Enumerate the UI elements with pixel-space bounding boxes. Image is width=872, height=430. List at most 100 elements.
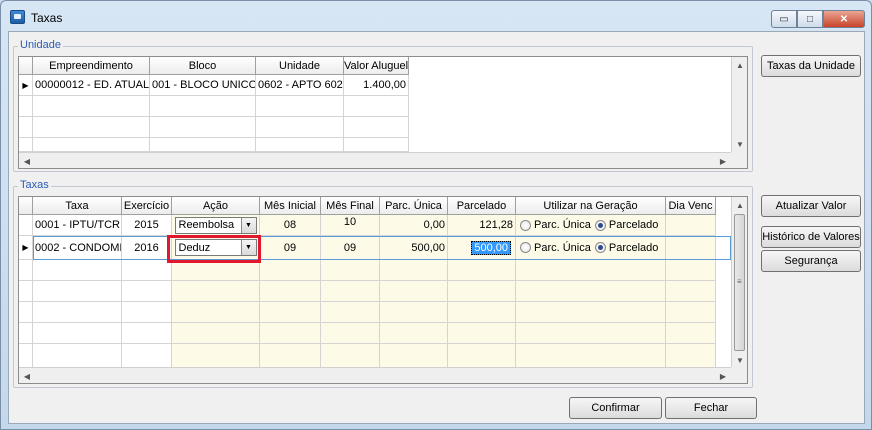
scroll-up-icon[interactable]: ▲ bbox=[732, 57, 747, 73]
taxas-da-unidade-button[interactable]: Taxas da Unidade bbox=[761, 55, 861, 77]
empty-row bbox=[19, 323, 716, 344]
cell-parc-unica[interactable]: 0,00 bbox=[380, 215, 448, 236]
empty-row bbox=[19, 344, 716, 368]
window-title: Taxas bbox=[31, 11, 63, 25]
radio-parcelado[interactable] bbox=[594, 242, 606, 253]
cell-parc-unica[interactable]: 500,00 bbox=[380, 236, 448, 260]
cell-parcelado[interactable]: 121,28 bbox=[448, 215, 516, 236]
empty-row bbox=[19, 260, 716, 281]
unidade-group: Unidade Empreendimento Bloco Unidade Val… bbox=[13, 39, 753, 172]
scroll-down-icon[interactable]: ▼ bbox=[732, 352, 747, 368]
chevron-down-icon[interactable]: ▼ bbox=[240, 217, 256, 233]
col-bloco[interactable]: Bloco bbox=[150, 57, 256, 75]
unidade-horizontal-scrollbar[interactable]: ◀ ▶ bbox=[19, 152, 731, 168]
scroll-down-icon[interactable]: ▼ bbox=[732, 136, 747, 152]
fechar-button[interactable]: Fechar bbox=[665, 397, 757, 419]
cell-taxa[interactable]: 0002 - CONDOMIN bbox=[33, 236, 122, 260]
empty-row bbox=[19, 281, 716, 302]
radio-parcelado-label: Parcelado bbox=[608, 241, 659, 254]
acao-highlight-box bbox=[167, 235, 261, 263]
row-indicator-header bbox=[19, 197, 33, 215]
unidade-grid-header: Empreendimento Bloco Unidade Valor Alugu… bbox=[19, 57, 409, 75]
col-parcelado[interactable]: Parcelado bbox=[448, 197, 516, 215]
table-row[interactable]: ▶ 0002 - CONDOMIN 2016 Deduz ▼ 09 09 500… bbox=[19, 236, 716, 260]
minimize-button[interactable]: ▭ bbox=[771, 10, 797, 28]
close-icon: ✕ bbox=[839, 13, 849, 25]
empty-row bbox=[19, 138, 409, 152]
confirmar-button[interactable]: Confirmar bbox=[569, 397, 662, 419]
empty-row bbox=[19, 302, 716, 323]
atualizar-valor-button[interactable]: Atualizar Valor bbox=[761, 195, 861, 217]
acao-select[interactable]: Reembolsa ▼ bbox=[174, 216, 257, 234]
col-dia-venc[interactable]: Dia Venc bbox=[666, 197, 716, 215]
cell-mes-inicial[interactable]: 09 bbox=[260, 236, 321, 260]
cell-mes-final[interactable]: 09 bbox=[321, 236, 380, 260]
cell-mes-inicial[interactable]: 08 bbox=[260, 215, 321, 236]
radio-parc-unica[interactable] bbox=[520, 219, 531, 231]
col-empreendimento[interactable]: Empreendimento bbox=[33, 57, 150, 75]
col-mes-final[interactable]: Mês Final bbox=[321, 197, 380, 215]
taxas-group-label: Taxas bbox=[18, 179, 51, 191]
scroll-corner bbox=[731, 367, 747, 383]
taxas-window: Taxas ▭ □ ✕ Unidade Empreendimento Bloco… bbox=[0, 0, 872, 430]
radio-parcelado-label: Parcelado bbox=[608, 219, 659, 231]
table-row[interactable]: ▶ 00000012 - ED. ATUAL 001 - BLOCO UNICO… bbox=[19, 75, 409, 96]
maximize-icon: □ bbox=[806, 13, 814, 25]
current-row-indicator-icon: ▶ bbox=[19, 75, 33, 96]
cell-exercicio[interactable]: 2016 bbox=[122, 236, 172, 260]
taxas-grid-header: Taxa Exercício Ação Mês Inicial Mês Fina… bbox=[19, 197, 716, 215]
col-unidade[interactable]: Unidade bbox=[256, 57, 344, 75]
taxas-group: Taxas Taxa Exercício Ação Mês Inicial Mê… bbox=[13, 179, 753, 388]
col-mes-inicial[interactable]: Mês Inicial bbox=[260, 197, 321, 215]
cell-taxa[interactable]: 0001 - IPTU/TCR bbox=[33, 215, 122, 236]
scroll-right-icon[interactable]: ▶ bbox=[715, 368, 731, 383]
radio-parcelado[interactable] bbox=[594, 219, 606, 231]
app-icon bbox=[10, 10, 25, 24]
taxas-vertical-scrollbar[interactable]: ▲ ≡ ▼ bbox=[731, 197, 747, 368]
window-controls: ▭ □ ✕ bbox=[771, 10, 865, 28]
current-row-indicator-icon: ▶ bbox=[19, 236, 33, 260]
cell-mes-final[interactable]: 10 bbox=[321, 215, 380, 236]
cell-unidade[interactable]: 0602 - APTO 602 bbox=[256, 75, 344, 96]
title-bar[interactable]: Taxas ▭ □ ✕ bbox=[1, 1, 871, 31]
unidade-vertical-scrollbar[interactable]: ▲ ▼ bbox=[731, 57, 747, 152]
col-acao[interactable]: Ação bbox=[172, 197, 260, 215]
acao-select-value: Reembolsa bbox=[178, 219, 235, 231]
scroll-left-icon[interactable]: ◀ bbox=[19, 153, 35, 168]
parcelado-edit-value[interactable]: 500,00 bbox=[471, 240, 511, 255]
cell-utilizar-geracao: Parc. Única Parcelado bbox=[516, 236, 666, 260]
cell-valor-aluguel[interactable]: 1.400,00 bbox=[344, 75, 409, 96]
scroll-right-icon[interactable]: ▶ bbox=[715, 153, 731, 168]
cell-acao[interactable]: Reembolsa ▼ bbox=[172, 215, 260, 236]
radio-parc-unica-label: Parc. Única bbox=[534, 241, 591, 254]
col-exercicio[interactable]: Exercício bbox=[122, 197, 172, 215]
empty-row bbox=[19, 96, 409, 117]
radio-parc-unica[interactable] bbox=[520, 242, 531, 253]
col-utilizar-geracao[interactable]: Utilizar na Geração bbox=[516, 197, 666, 215]
cell-parcelado[interactable]: 500,00 bbox=[448, 236, 516, 260]
maximize-button[interactable]: □ bbox=[797, 10, 823, 28]
radio-parc-unica-label: Parc. Única bbox=[534, 219, 591, 231]
cell-bloco[interactable]: 001 - BLOCO UNICO bbox=[150, 75, 256, 96]
table-row[interactable]: 0001 - IPTU/TCR 2015 Reembolsa ▼ 08 10 0… bbox=[19, 215, 716, 236]
minimize-icon: ▭ bbox=[779, 13, 789, 25]
historico-valores-button[interactable]: Histórico de Valores bbox=[761, 226, 861, 248]
cell-empreendimento[interactable]: 00000012 - ED. ATUAL bbox=[33, 75, 150, 96]
scroll-up-icon[interactable]: ▲ bbox=[732, 197, 747, 213]
empty-row bbox=[19, 117, 409, 138]
taxas-grid[interactable]: Taxa Exercício Ação Mês Inicial Mês Fina… bbox=[18, 196, 748, 384]
taxas-horizontal-scrollbar[interactable]: ◀ ▶ bbox=[19, 367, 731, 383]
col-parc-unica[interactable]: Parc. Única bbox=[380, 197, 448, 215]
col-taxa[interactable]: Taxa bbox=[33, 197, 122, 215]
cell-dia-venc[interactable] bbox=[666, 236, 716, 260]
scroll-left-icon[interactable]: ◀ bbox=[19, 368, 35, 383]
unidade-grid[interactable]: Empreendimento Bloco Unidade Valor Alugu… bbox=[18, 56, 748, 169]
col-valor-aluguel[interactable]: Valor Aluguel bbox=[344, 57, 409, 75]
cell-dia-venc[interactable] bbox=[666, 215, 716, 236]
dialog-client-area: Unidade Empreendimento Bloco Unidade Val… bbox=[8, 31, 865, 424]
cell-exercicio[interactable]: 2015 bbox=[122, 215, 172, 236]
seguranca-button[interactable]: Segurança bbox=[761, 250, 861, 272]
close-button[interactable]: ✕ bbox=[823, 10, 865, 28]
scroll-thumb[interactable]: ≡ bbox=[734, 214, 745, 351]
cell-utilizar-geracao: Parc. Única Parcelado bbox=[516, 215, 666, 236]
